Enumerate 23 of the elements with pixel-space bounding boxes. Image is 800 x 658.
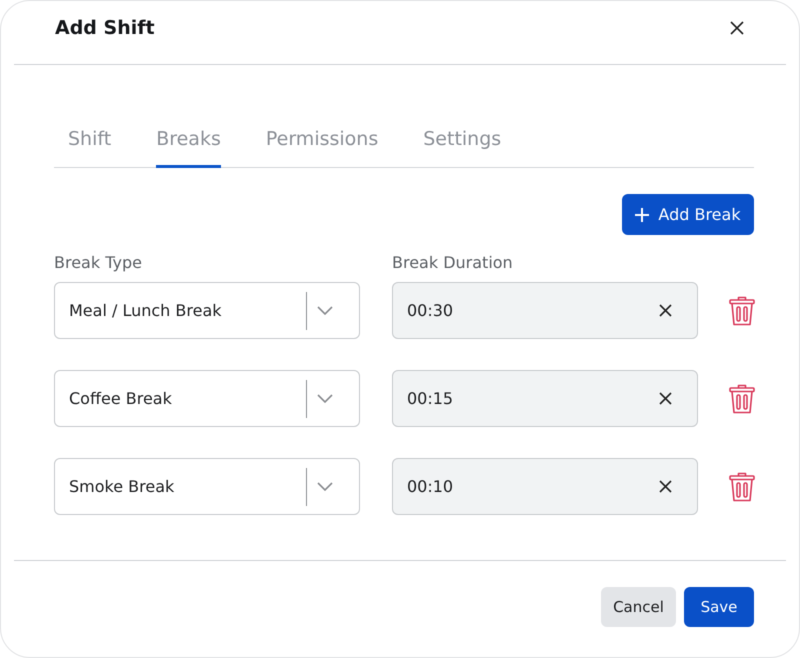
close-icon[interactable] — [730, 20, 744, 34]
break-type-select[interactable]: Coffee Break — [54, 370, 360, 427]
save-button[interactable]: Save — [684, 587, 754, 627]
chevron-down-icon — [317, 306, 333, 315]
clear-icon[interactable] — [659, 304, 672, 317]
column-label: Break Duration — [392, 253, 514, 272]
trash-icon[interactable] — [729, 384, 755, 414]
break-type-select[interactable]: Smoke Break — [54, 458, 360, 515]
trash-icon[interactable] — [729, 472, 755, 502]
trash-icon[interactable] — [729, 296, 755, 326]
duration-field[interactable]: 00:15 — [392, 370, 698, 427]
chevron-down-icon — [317, 394, 333, 403]
clear-icon[interactable] — [659, 480, 672, 493]
add-break-button[interactable]: Add Break — [622, 194, 754, 235]
plus-icon — [635, 208, 650, 222]
clear-icon[interactable] — [659, 392, 672, 405]
break-type-select[interactable]: Meal / Lunch Break — [54, 282, 360, 339]
duration-field[interactable]: 00:10 — [392, 458, 698, 515]
chevron-down-icon — [317, 482, 333, 491]
cancel-button[interactable]: Cancel — [601, 587, 676, 627]
duration-field[interactable]: 00:30 — [392, 282, 698, 339]
column-label: Break Type — [54, 253, 143, 272]
dialog-title: Add Shift — [55, 16, 155, 38]
